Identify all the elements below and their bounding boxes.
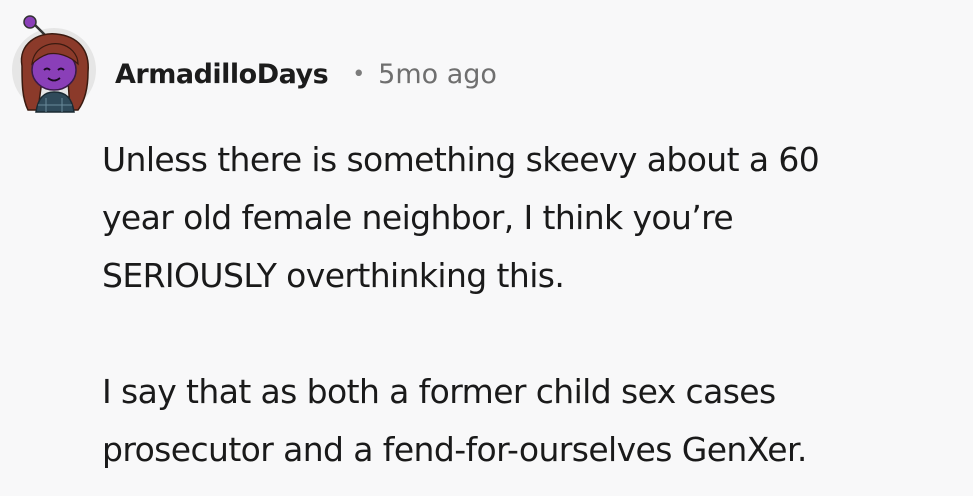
- comment: ArmadilloDays • 5mo ago Unless there is …: [0, 0, 973, 496]
- comment-text-line: Unless there is something skeevy about a…: [102, 140, 820, 179]
- comment-body: Unless there is something skeevy about a…: [102, 131, 962, 479]
- comment-timestamp[interactable]: 5mo ago: [378, 59, 497, 90]
- author-username[interactable]: ArmadilloDays: [115, 59, 329, 90]
- snoo-avatar-icon: [12, 15, 96, 113]
- comment-text-line: I say that as both a former child sex ca…: [102, 372, 776, 411]
- comment-text-line: year old female neighbor, I think you’re: [102, 198, 734, 237]
- comment-paragraph: Unless there is something skeevy about a…: [102, 131, 962, 305]
- comment-meta: ArmadilloDays • 5mo ago: [115, 54, 497, 94]
- comment-text-line: SERIOUSLY overthinking this.: [102, 256, 565, 295]
- meta-separator: •: [352, 61, 366, 87]
- avatar[interactable]: [8, 14, 100, 114]
- comment-text-line: prosecutor and a fend-for-ourselves GenX…: [102, 430, 807, 469]
- comment-paragraph: I say that as both a former child sex ca…: [102, 363, 962, 479]
